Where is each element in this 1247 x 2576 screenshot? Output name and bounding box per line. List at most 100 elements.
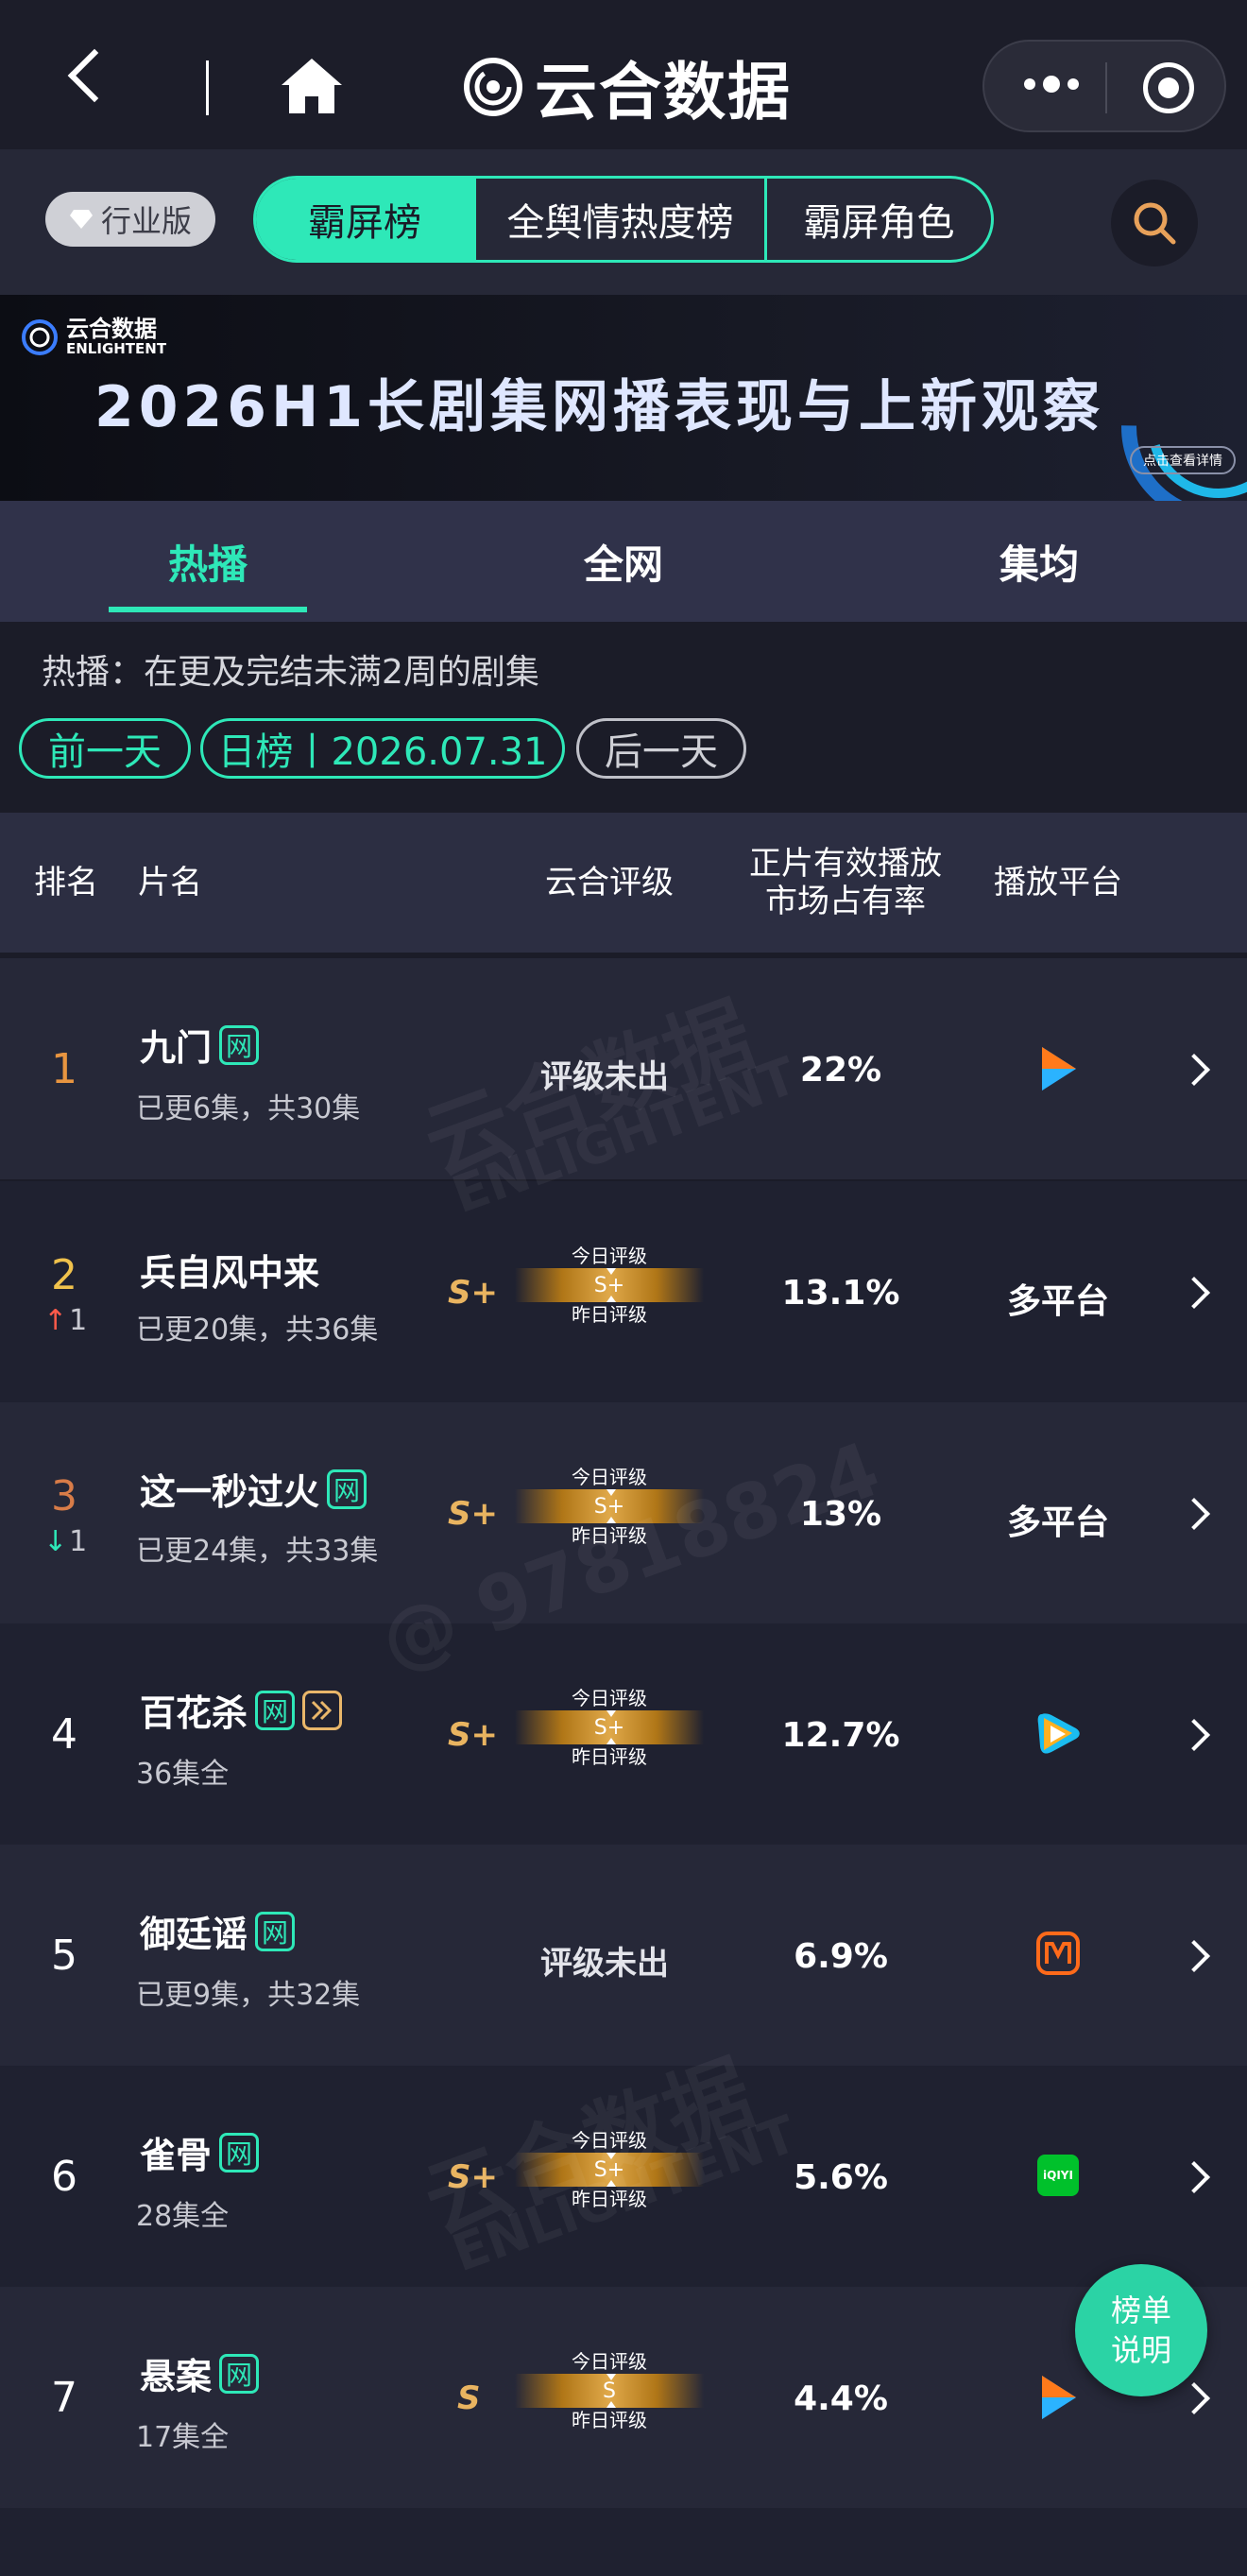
title-group: 悬案 网 [140,2347,260,2399]
rating-bar: S [515,2374,704,2408]
banner-detail-button[interactable]: 点击查看详情 [1130,446,1236,474]
title-group: 百花杀 网 [140,1684,343,1736]
platform-text: 多平台 [1006,1282,1109,1321]
youku-icon [1042,2376,1076,2419]
rank-change-value: 1 [69,1304,88,1337]
today-rating-label: 今日评级 [572,2350,647,2373]
date-selector[interactable]: 日榜丨2026.07.31 [200,718,565,779]
yesterday-rating-label: 昨日评级 [572,2188,647,2210]
rating-bar: S+ [515,1710,704,1744]
capsule-divider [1105,62,1107,113]
platform-text: 多平台 [1006,1503,1109,1542]
episode-info: 28集全 [136,2200,230,2233]
rank-change-value: 1 [69,1525,88,1558]
rank-change: ↓ 1 [43,1525,100,1558]
rating-gauge: 今日评级 S+ 昨日评级 [515,1465,704,1548]
fab-line1: 榜单 [1110,2293,1171,2328]
col-rank: 排名 [34,864,98,902]
title-group: 御廷谣 网 [140,1905,296,1957]
mango-tv-icon [1036,1932,1080,1975]
table-row[interactable] [0,2508,1247,2576]
rating-grade: S+ [448,1716,498,1754]
rank-number: 2 [51,1251,77,1299]
net-drama-tag: 网 [255,1911,296,1951]
table-row[interactable]: 6 雀骨 网 28集全 S+ 今日评级 S+ 昨日评级 5.6% iQIYI [0,2066,1247,2287]
rating-pending: 评级未出 [540,1058,669,1096]
chevron-right-icon[interactable] [1178,1719,1210,1751]
col-share-line1: 正片有效播放 [749,845,942,883]
search-button[interactable] [1111,180,1198,266]
fab-line2: 说明 [1110,2332,1171,2368]
tab-public-opinion-heat[interactable]: 全舆情热度榜 [476,179,767,260]
title-group: 雀骨 网 [140,2126,260,2178]
today-rating-label: 今日评级 [572,1245,647,1267]
net-drama-tag: 网 [327,1468,367,1509]
episode-info: 已更6集，共30集 [136,1092,361,1125]
youku-icon [1042,1047,1076,1091]
prev-day-button[interactable]: 前一天 [19,718,191,779]
table-row[interactable]: 1 九门 网 已更6集，共30集 评级未出 22% [0,958,1247,1179]
table-row[interactable]: 4 百花杀 网 36集全 S+ 今日评级 S+ 昨日评级 12.7% [0,1623,1247,1845]
table-row[interactable]: 2 ↑ 1 兵自风中来 已更20集，共36集 S+ 今日评级 S+ 昨日评级 13… [0,1181,1247,1402]
drama-title: 百花杀 [140,1692,248,1734]
drama-title: 这一秒过火 [140,1471,320,1513]
drama-title: 御廷谣 [140,1914,248,1955]
chevron-right-icon[interactable] [1178,2161,1210,2193]
market-share: 4.4% [794,2379,888,2418]
chevron-right-icon[interactable] [1178,1498,1210,1530]
tab-screen-dominance[interactable]: 霸屏榜 [256,179,476,260]
chevron-right-icon[interactable] [1178,1277,1210,1309]
industry-badge[interactable]: 行业版 [45,192,215,247]
arrow-up-icon: ↑ [43,1304,68,1337]
banner-title: 2026H1长剧集网播表现与上新观察 [94,374,1104,440]
today-rating-label: 今日评级 [572,2129,647,2152]
rank-number: 5 [51,1932,77,1980]
yesterday-rating-label: 昨日评级 [572,1524,647,1547]
arrow-down-icon: ↓ [43,1525,68,1558]
title-group: 这一秒过火 网 [140,1463,367,1515]
platform: iQIYI [964,2155,1153,2196]
rating-grade: S+ [448,1495,498,1533]
tab-hot[interactable]: 热播 [66,501,350,622]
category-bar: 行业版 霸屏榜 全舆情热度榜 霸屏角色 [0,149,1247,295]
table-row[interactable]: 5 御廷谣 网 已更9集，共32集 评级未出 6.9% [0,1845,1247,2066]
title-group: 九门 网 [140,1019,260,1071]
more-icon[interactable] [1024,76,1079,93]
iqiyi-icon: iQIYI [1037,2155,1079,2196]
table-row[interactable]: 3 ↓ 1 这一秒过火 网 已更24集，共33集 S+ 今日评级 S+ 昨日评级 … [0,1402,1247,1623]
next-day-button[interactable]: 后一天 [576,718,746,779]
drama-title: 雀骨 [140,2135,213,2176]
tab-all-network[interactable]: 全网 [482,501,765,622]
rating-bar: S+ [515,2153,704,2187]
rank-number: 4 [51,1710,77,1759]
episode-info: 已更20集，共36集 [136,1314,379,1347]
ranking-explanation-button[interactable]: 榜单 说明 [1075,2264,1207,2396]
chevron-right-icon[interactable] [1178,1940,1210,1972]
market-share: 12.7% [781,1716,900,1755]
banner-logo: 云合数据 ENLIGHTENT [21,318,166,357]
close-mini-program-icon[interactable] [1143,62,1194,113]
episode-info: 17集全 [136,2421,230,2454]
home-icon[interactable] [280,55,344,117]
banner-logo-cn: 云合数据 [66,316,157,342]
platform [964,1710,1153,1758]
promo-banner[interactable]: 云合数据 ENLIGHTENT 2026H1长剧集网播表现与上新观察 点击查看详… [0,295,1247,501]
market-share: 5.6% [794,2158,888,2197]
rating-gauge: 今日评级 S+ 昨日评级 [515,2128,704,2211]
tab-per-episode[interactable]: 集均 [897,501,1181,622]
platform [964,1932,1153,1975]
today-rating-label: 今日评级 [572,1687,647,1709]
table-row[interactable]: 7 悬案 网 17集全 S 今日评级 S 昨日评级 4.4% [0,2287,1247,2508]
fast-forward-tag-icon [302,1690,343,1730]
market-share: 13.1% [781,1274,900,1313]
divider [206,60,209,115]
back-icon[interactable] [67,48,122,103]
col-title: 片名 [138,864,202,902]
tab-screen-roles[interactable]: 霸屏角色 [767,179,991,260]
title-group: 兵自风中来 [140,1244,319,1296]
chevron-right-icon[interactable] [1178,1054,1210,1086]
ranking-type-tabs: 霸屏榜 全舆情热度榜 霸屏角色 [253,176,994,263]
today-rating-label: 今日评级 [572,1466,647,1488]
chevron-right-icon[interactable] [1178,2382,1210,2414]
brand-logo-icon [464,58,522,116]
